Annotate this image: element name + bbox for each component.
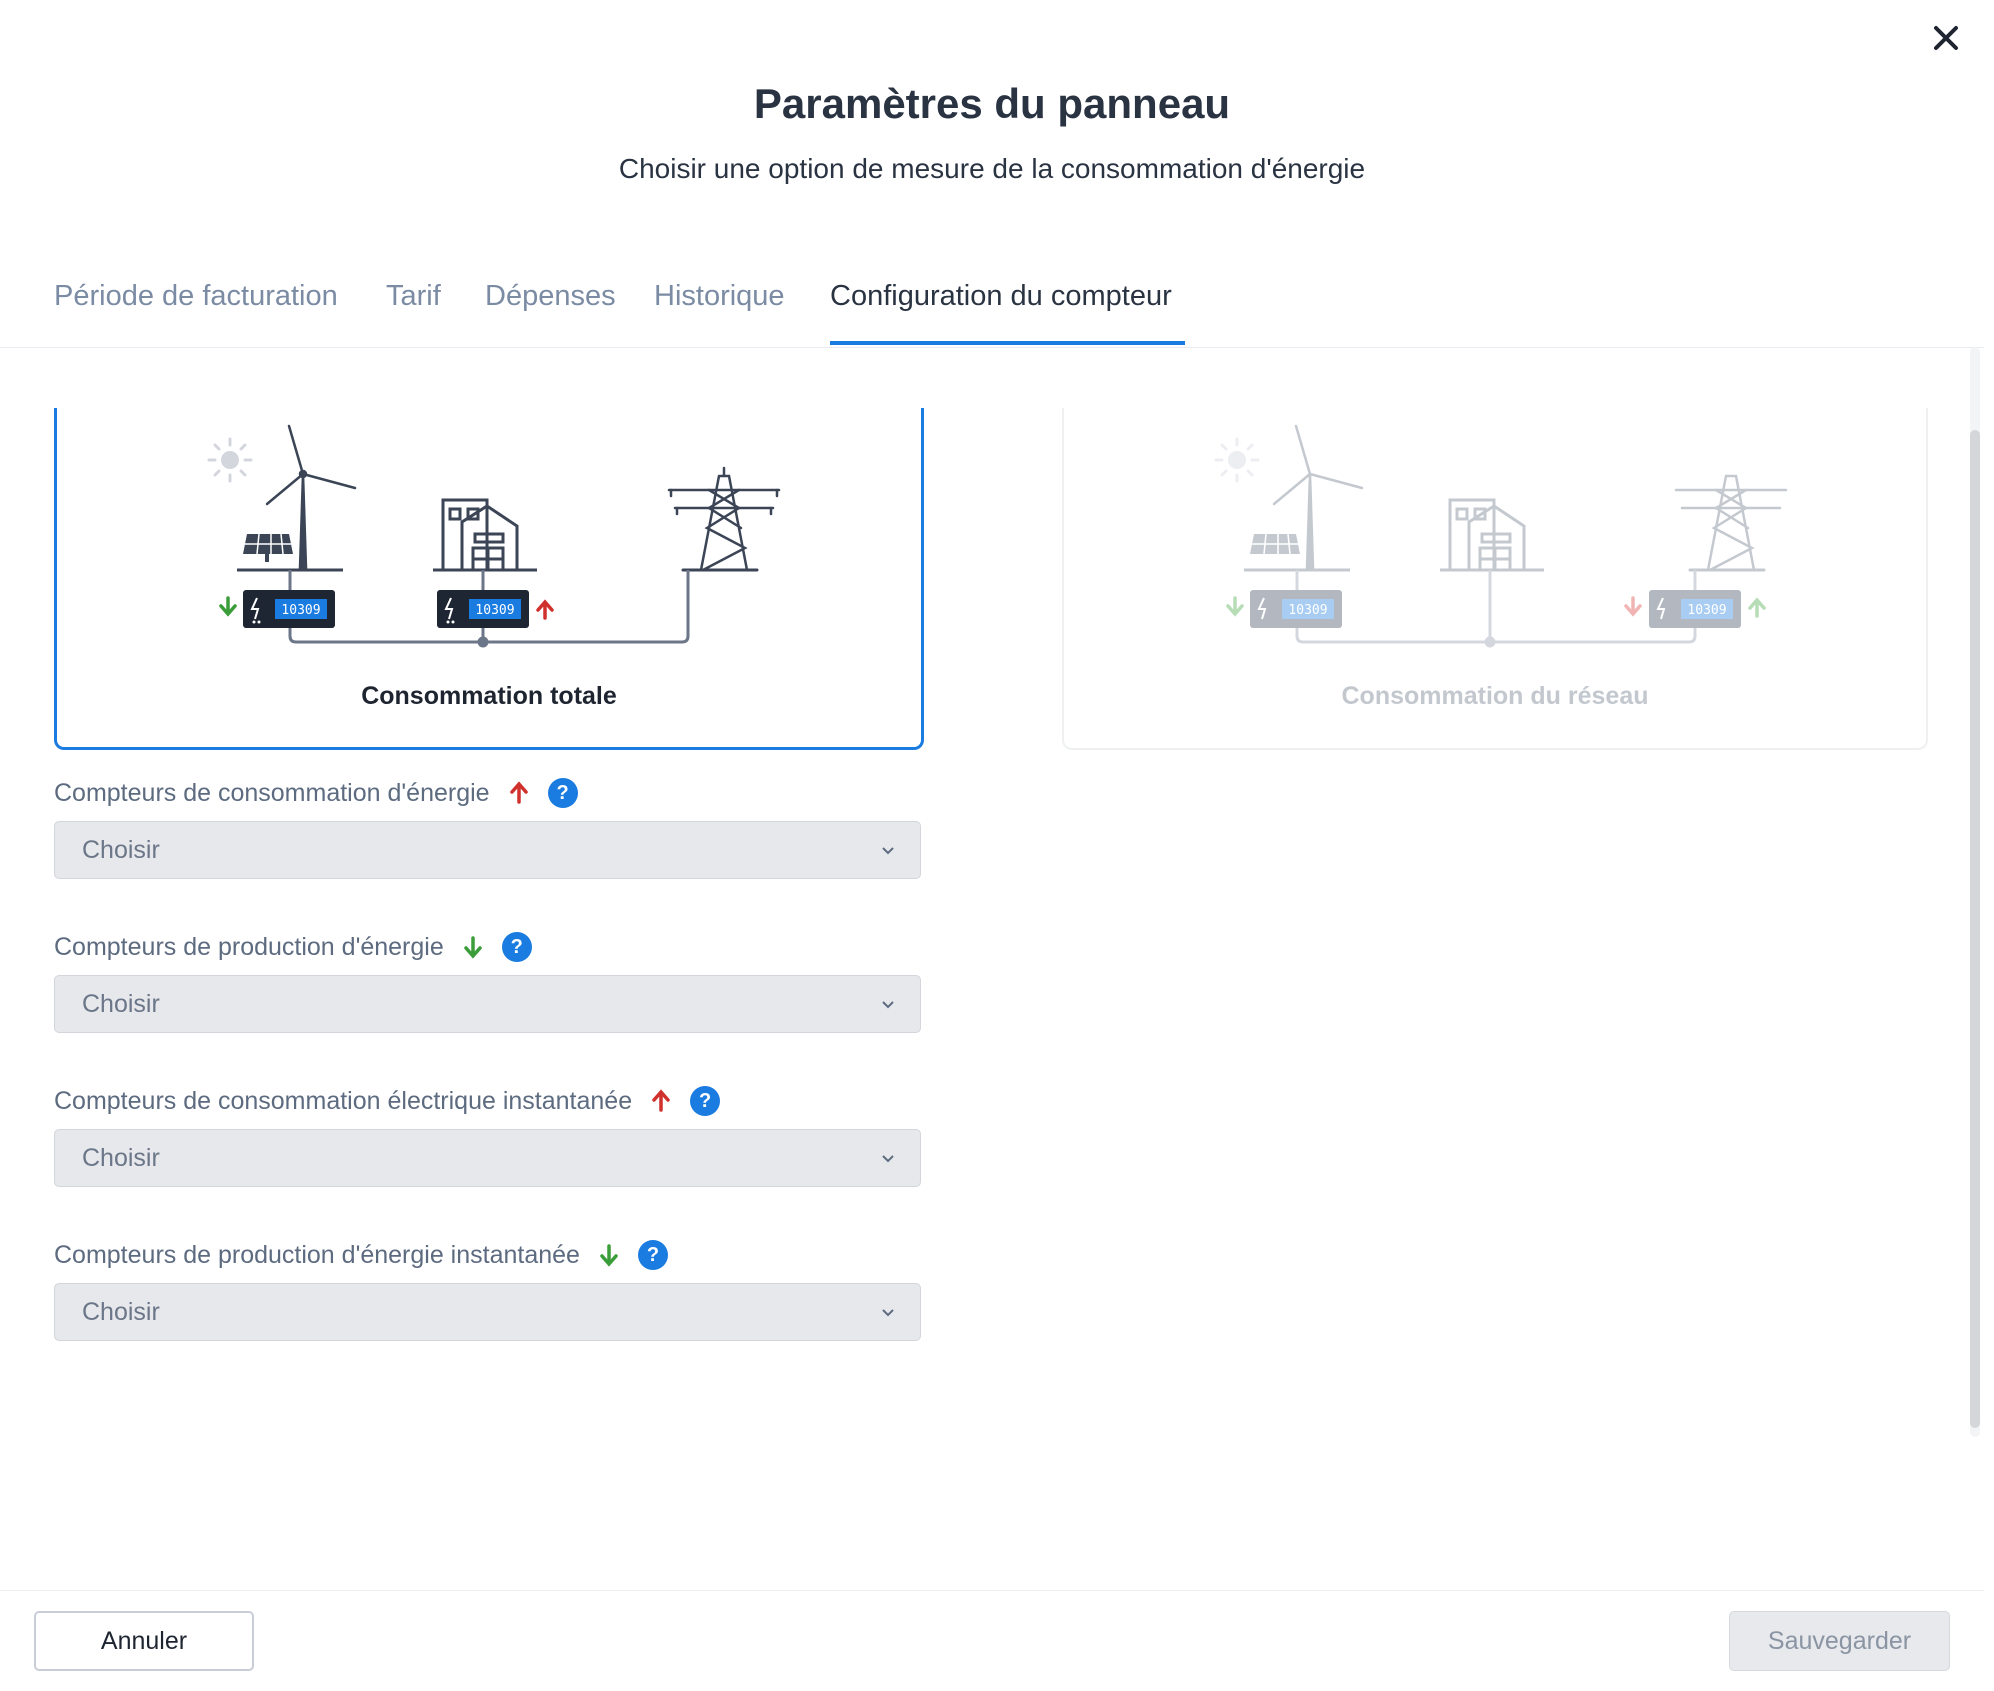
red-up-arrow-icon <box>509 781 528 804</box>
energy-production-meters-select[interactable]: Choisir <box>54 975 921 1033</box>
cancel-button[interactable]: Annuler <box>34 1611 254 1671</box>
green-down-arrow-icon <box>463 936 482 959</box>
help-icon[interactable]: ? <box>547 778 578 808</box>
tab-tariff[interactable]: Tarif <box>386 280 441 313</box>
energy-consumption-meters-select[interactable]: Choisir <box>54 821 921 879</box>
instant-energy-production-meters-select[interactable]: Choisir <box>54 1283 921 1341</box>
close-icon <box>1934 26 1958 50</box>
total-consumption-diagram: 10309 10309 <box>207 424 781 648</box>
help-icon[interactable]: ? <box>501 932 532 962</box>
green-down-arrow-icon <box>600 1244 618 1267</box>
production-arrow-icon <box>1226 596 1244 617</box>
energy-consumption-meters-label: Compteurs de consommation d'énergie ? <box>54 778 578 808</box>
active-tab-indicator <box>830 341 1185 345</box>
solar-panel-icon <box>243 533 293 562</box>
sun-icon <box>207 437 253 483</box>
help-icon[interactable]: ? <box>690 1086 721 1116</box>
grid-consumption-diagram: 10309 10309 <box>1214 424 1788 648</box>
tab-meter-configuration[interactable]: Configuration du compteur <box>830 280 1172 313</box>
solar-panel-icon <box>1250 533 1300 555</box>
help-icon[interactable]: ? <box>637 1240 668 1270</box>
option-label: Consommation du réseau <box>1341 682 1649 710</box>
grid-meter-icon: 10309 <box>1649 590 1741 628</box>
energy-production-meters-label: Compteurs de production d'énergie ? <box>54 932 532 962</box>
close-button[interactable] <box>1926 18 1966 58</box>
power-pylon-icon <box>667 466 781 572</box>
grid-import-arrow-icon <box>1624 596 1642 617</box>
consumption-meter-icon: 10309 <box>437 590 529 628</box>
select-value: Choisir <box>82 1144 160 1172</box>
sun-icon <box>1214 437 1260 483</box>
consumption-arrow-icon <box>536 599 554 620</box>
grid-export-arrow-icon <box>1748 597 1766 618</box>
option-label: Consommation totale <box>361 682 617 710</box>
production-meter-icon: 10309 <box>243 590 335 628</box>
select-value: Choisir <box>82 990 160 1018</box>
production-arrow-icon <box>219 596 237 617</box>
tab-bar: Période de facturation Tarif Dépenses Hi… <box>0 270 1984 348</box>
red-up-arrow-icon <box>652 1089 670 1112</box>
instant-power-consumption-meters-select[interactable]: Choisir <box>54 1129 921 1187</box>
field-label-text: Compteurs de production d'énergie instan… <box>54 1240 580 1269</box>
tab-billing-period[interactable]: Période de facturation <box>54 280 338 313</box>
svg-text:10309: 10309 <box>281 603 320 618</box>
panel-settings-modal: Paramètres du panneau Choisir une option… <box>0 0 1994 1690</box>
instant-energy-production-meters-label: Compteurs de production d'énergie instan… <box>54 1240 668 1270</box>
power-pylon-icon <box>1674 474 1788 572</box>
chevron-down-icon <box>882 1155 894 1163</box>
field-label-text: Compteurs de production d'énergie <box>54 932 444 961</box>
svg-text:10309: 10309 <box>475 603 514 618</box>
production-meter-icon: 10309 <box>1250 590 1342 628</box>
select-value: Choisir <box>82 1298 160 1326</box>
modal-footer: Annuler Sauvegarder <box>0 1590 1984 1691</box>
tab-history[interactable]: Historique <box>654 280 785 313</box>
field-label-text: Compteurs de consommation électrique ins… <box>54 1086 633 1115</box>
field-label-text: Compteurs de consommation d'énergie <box>54 778 490 807</box>
svg-text:10309: 10309 <box>1288 603 1327 618</box>
chevron-down-icon <box>882 1309 894 1317</box>
chevron-down-icon <box>882 847 894 855</box>
scrollbar-thumb[interactable] <box>1970 430 1980 1428</box>
modal-title: Paramètres du panneau <box>753 80 1231 127</box>
svg-text:10309: 10309 <box>1687 603 1726 618</box>
save-button[interactable]: Sauvegarder <box>1729 1611 1950 1671</box>
instant-power-consumption-meters-label: Compteurs de consommation électrique ins… <box>54 1086 721 1116</box>
select-value: Choisir <box>82 836 160 864</box>
option-grid-consumption[interactable]: 10309 10309 Consommation du réseau <box>1062 408 1928 750</box>
tab-expenses[interactable]: Dépenses <box>485 280 616 313</box>
building-icon <box>433 498 537 572</box>
building-icon <box>1440 498 1544 572</box>
option-total-consumption[interactable]: 10309 10309 Consommation totale <box>54 408 924 750</box>
modal-subtitle: Choisir une option de mesure de la conso… <box>618 153 1366 184</box>
chevron-down-icon <box>882 1001 894 1009</box>
